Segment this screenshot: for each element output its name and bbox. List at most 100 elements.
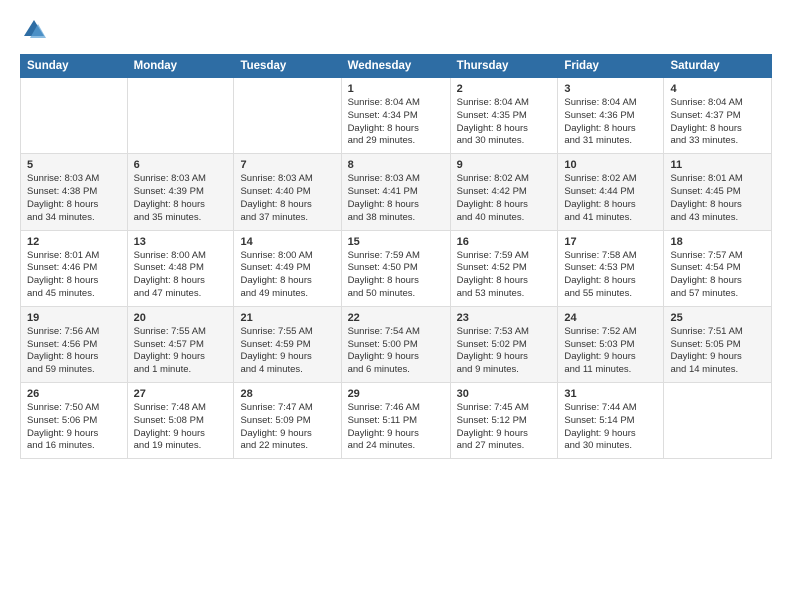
day-info: Sunrise: 8:03 AM Sunset: 4:40 PM Dayligh… (240, 173, 334, 224)
day-number: 6 (134, 159, 228, 171)
calendar-cell: 24 Sunrise: 7:52 AM Sunset: 5:03 PM Dayli… (558, 306, 664, 382)
day-info: Sunrise: 8:03 AM Sunset: 4:38 PM Dayligh… (27, 173, 121, 224)
calendar-cell: 16 Sunrise: 7:59 AM Sunset: 4:52 PM Dayli… (450, 230, 558, 306)
day-info: Sunrise: 8:01 AM Sunset: 4:45 PM Dayligh… (670, 173, 765, 224)
week-row-2: 12 Sunrise: 8:01 AM Sunset: 4:46 PM Dayli… (21, 230, 772, 306)
day-info: Sunrise: 8:00 AM Sunset: 4:48 PM Dayligh… (134, 250, 228, 301)
day-info: Sunrise: 7:55 AM Sunset: 4:57 PM Dayligh… (134, 326, 228, 377)
week-row-0: 1 Sunrise: 8:04 AM Sunset: 4:34 PM Daylig… (21, 78, 772, 154)
week-row-3: 19Sunrise: 7:56 AM Sunset: 4:56 PM Dayli… (21, 306, 772, 382)
day-number: 26 (27, 388, 121, 400)
day-number: 29 (348, 388, 444, 400)
logo (20, 16, 52, 44)
day-number: 15 (348, 236, 444, 248)
calendar-cell: 10 Sunrise: 8:02 AM Sunset: 4:44 PM Dayli… (558, 154, 664, 230)
day-info: Sunrise: 7:55 AM Sunset: 4:59 PM Dayligh… (240, 326, 334, 377)
calendar-cell: 12 Sunrise: 8:01 AM Sunset: 4:46 PM Dayli… (21, 230, 128, 306)
day-number: 16 (457, 236, 552, 248)
day-info: Sunrise: 7:53 AM Sunset: 5:02 PM Dayligh… (457, 326, 552, 377)
day-number: 18 (670, 236, 765, 248)
day-number: 23 (457, 312, 552, 324)
day-header-thursday: Thursday (450, 55, 558, 78)
day-number: 24 (564, 312, 657, 324)
day-number: 3 (564, 83, 657, 95)
calendar-cell: 11 Sunrise: 8:01 AM Sunset: 4:45 PM Dayli… (664, 154, 772, 230)
day-info: Sunrise: 8:02 AM Sunset: 4:42 PM Dayligh… (457, 173, 552, 224)
day-number: 4 (670, 83, 765, 95)
day-number: 13 (134, 236, 228, 248)
calendar-cell (127, 78, 234, 154)
day-info: Sunrise: 8:04 AM Sunset: 4:35 PM Dayligh… (457, 97, 552, 148)
calendar-cell: 8Sunrise: 8:03 AM Sunset: 4:41 PM Daylig… (341, 154, 450, 230)
calendar-cell: 29 Sunrise: 7:46 AM Sunset: 5:11 PM Dayli… (341, 383, 450, 459)
calendar-cell: 23 Sunrise: 7:53 AM Sunset: 5:02 PM Dayli… (450, 306, 558, 382)
header (20, 16, 772, 44)
day-number: 11 (670, 159, 765, 171)
day-number: 7 (240, 159, 334, 171)
day-number: 2 (457, 83, 552, 95)
day-number: 10 (564, 159, 657, 171)
calendar-cell (664, 383, 772, 459)
calendar-cell: 7 Sunrise: 8:03 AM Sunset: 4:40 PM Daylig… (234, 154, 341, 230)
calendar-cell: 22Sunrise: 7:54 AM Sunset: 5:00 PM Dayli… (341, 306, 450, 382)
week-row-1: 5 Sunrise: 8:03 AM Sunset: 4:38 PM Daylig… (21, 154, 772, 230)
day-number: 27 (134, 388, 228, 400)
calendar-cell: 28 Sunrise: 7:47 AM Sunset: 5:09 PM Dayli… (234, 383, 341, 459)
day-number: 1 (348, 83, 444, 95)
day-info: Sunrise: 7:50 AM Sunset: 5:06 PM Dayligh… (27, 402, 121, 453)
day-info: Sunrise: 8:02 AM Sunset: 4:44 PM Dayligh… (564, 173, 657, 224)
day-header-tuesday: Tuesday (234, 55, 341, 78)
day-info: Sunrise: 8:00 AM Sunset: 4:49 PM Dayligh… (240, 250, 334, 301)
calendar-cell: 20Sunrise: 7:55 AM Sunset: 4:57 PM Dayli… (127, 306, 234, 382)
page: SundayMondayTuesdayWednesdayThursdayFrid… (0, 0, 792, 612)
day-number: 28 (240, 388, 334, 400)
day-number: 17 (564, 236, 657, 248)
day-info: Sunrise: 7:54 AM Sunset: 5:00 PM Dayligh… (348, 326, 444, 377)
calendar-cell (234, 78, 341, 154)
calendar-cell: 14 Sunrise: 8:00 AM Sunset: 4:49 PM Dayli… (234, 230, 341, 306)
calendar-cell: 27Sunrise: 7:48 AM Sunset: 5:08 PM Dayli… (127, 383, 234, 459)
day-header-wednesday: Wednesday (341, 55, 450, 78)
calendar: SundayMondayTuesdayWednesdayThursdayFrid… (20, 54, 772, 459)
day-info: Sunrise: 7:51 AM Sunset: 5:05 PM Dayligh… (670, 326, 765, 377)
calendar-cell: 25 Sunrise: 7:51 AM Sunset: 5:05 PM Dayli… (664, 306, 772, 382)
week-row-4: 26 Sunrise: 7:50 AM Sunset: 5:06 PM Dayli… (21, 383, 772, 459)
calendar-cell: 13 Sunrise: 8:00 AM Sunset: 4:48 PM Dayli… (127, 230, 234, 306)
day-info: Sunrise: 8:04 AM Sunset: 4:36 PM Dayligh… (564, 97, 657, 148)
calendar-cell: 6Sunrise: 8:03 AM Sunset: 4:39 PM Daylig… (127, 154, 234, 230)
day-number: 8 (348, 159, 444, 171)
day-number: 21 (240, 312, 334, 324)
calendar-cell: 4Sunrise: 8:04 AM Sunset: 4:37 PM Daylig… (664, 78, 772, 154)
day-header-saturday: Saturday (664, 55, 772, 78)
day-number: 9 (457, 159, 552, 171)
day-number: 31 (564, 388, 657, 400)
day-info: Sunrise: 7:46 AM Sunset: 5:11 PM Dayligh… (348, 402, 444, 453)
day-number: 25 (670, 312, 765, 324)
calendar-cell: 5 Sunrise: 8:03 AM Sunset: 4:38 PM Daylig… (21, 154, 128, 230)
day-info: Sunrise: 7:59 AM Sunset: 4:52 PM Dayligh… (457, 250, 552, 301)
day-info: Sunrise: 8:04 AM Sunset: 4:34 PM Dayligh… (348, 97, 444, 148)
calendar-cell: 3 Sunrise: 8:04 AM Sunset: 4:36 PM Daylig… (558, 78, 664, 154)
calendar-cell: 31 Sunrise: 7:44 AM Sunset: 5:14 PM Dayli… (558, 383, 664, 459)
day-number: 12 (27, 236, 121, 248)
calendar-cell: 2 Sunrise: 8:04 AM Sunset: 4:35 PM Daylig… (450, 78, 558, 154)
day-info: Sunrise: 7:52 AM Sunset: 5:03 PM Dayligh… (564, 326, 657, 377)
day-info: Sunrise: 7:57 AM Sunset: 4:54 PM Dayligh… (670, 250, 765, 301)
day-info: Sunrise: 8:01 AM Sunset: 4:46 PM Dayligh… (27, 250, 121, 301)
header-row: SundayMondayTuesdayWednesdayThursdayFrid… (21, 55, 772, 78)
logo-icon (20, 16, 48, 44)
day-number: 14 (240, 236, 334, 248)
day-info: Sunrise: 7:58 AM Sunset: 4:53 PM Dayligh… (564, 250, 657, 301)
calendar-cell: 30Sunrise: 7:45 AM Sunset: 5:12 PM Dayli… (450, 383, 558, 459)
day-header-friday: Friday (558, 55, 664, 78)
day-info: Sunrise: 7:47 AM Sunset: 5:09 PM Dayligh… (240, 402, 334, 453)
calendar-cell (21, 78, 128, 154)
calendar-cell: 1 Sunrise: 8:04 AM Sunset: 4:34 PM Daylig… (341, 78, 450, 154)
calendar-cell: 19Sunrise: 7:56 AM Sunset: 4:56 PM Dayli… (21, 306, 128, 382)
day-header-sunday: Sunday (21, 55, 128, 78)
day-number: 5 (27, 159, 121, 171)
day-info: Sunrise: 7:44 AM Sunset: 5:14 PM Dayligh… (564, 402, 657, 453)
day-number: 30 (457, 388, 552, 400)
calendar-cell: 26 Sunrise: 7:50 AM Sunset: 5:06 PM Dayli… (21, 383, 128, 459)
day-info: Sunrise: 7:59 AM Sunset: 4:50 PM Dayligh… (348, 250, 444, 301)
